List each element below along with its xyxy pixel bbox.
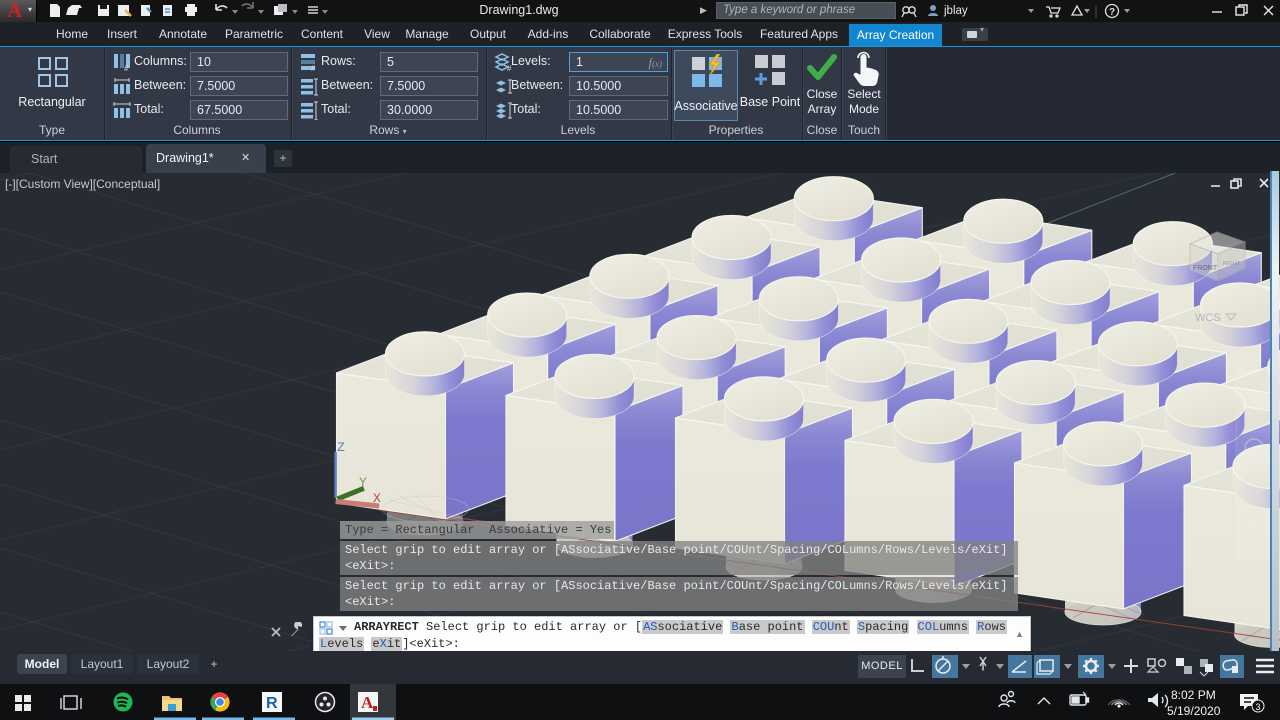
svg-text:jblay: jblay [943,5,968,17]
svg-text:Z: Z [337,440,345,455]
svg-text:FRONT: FRONT [1193,265,1218,272]
svg-text:#: # [124,64,129,72]
svg-text:3: 3 [1256,702,1261,712]
svg-text:#: # [311,64,316,72]
svg-text:WCS: WCS [1195,312,1221,324]
svg-text:5/19/2020: 5/19/2020 [1167,704,1221,718]
svg-text:8:02 PM: 8:02 PM [1171,688,1216,702]
svg-text:?: ? [1109,7,1115,18]
svg-text:Y: Y [359,475,367,490]
svg-text:A: A [361,693,374,712]
svg-text:R: R [266,695,278,712]
svg-text:RIGHT: RIGHT [1223,261,1241,267]
svg-text:X: X [373,491,381,506]
